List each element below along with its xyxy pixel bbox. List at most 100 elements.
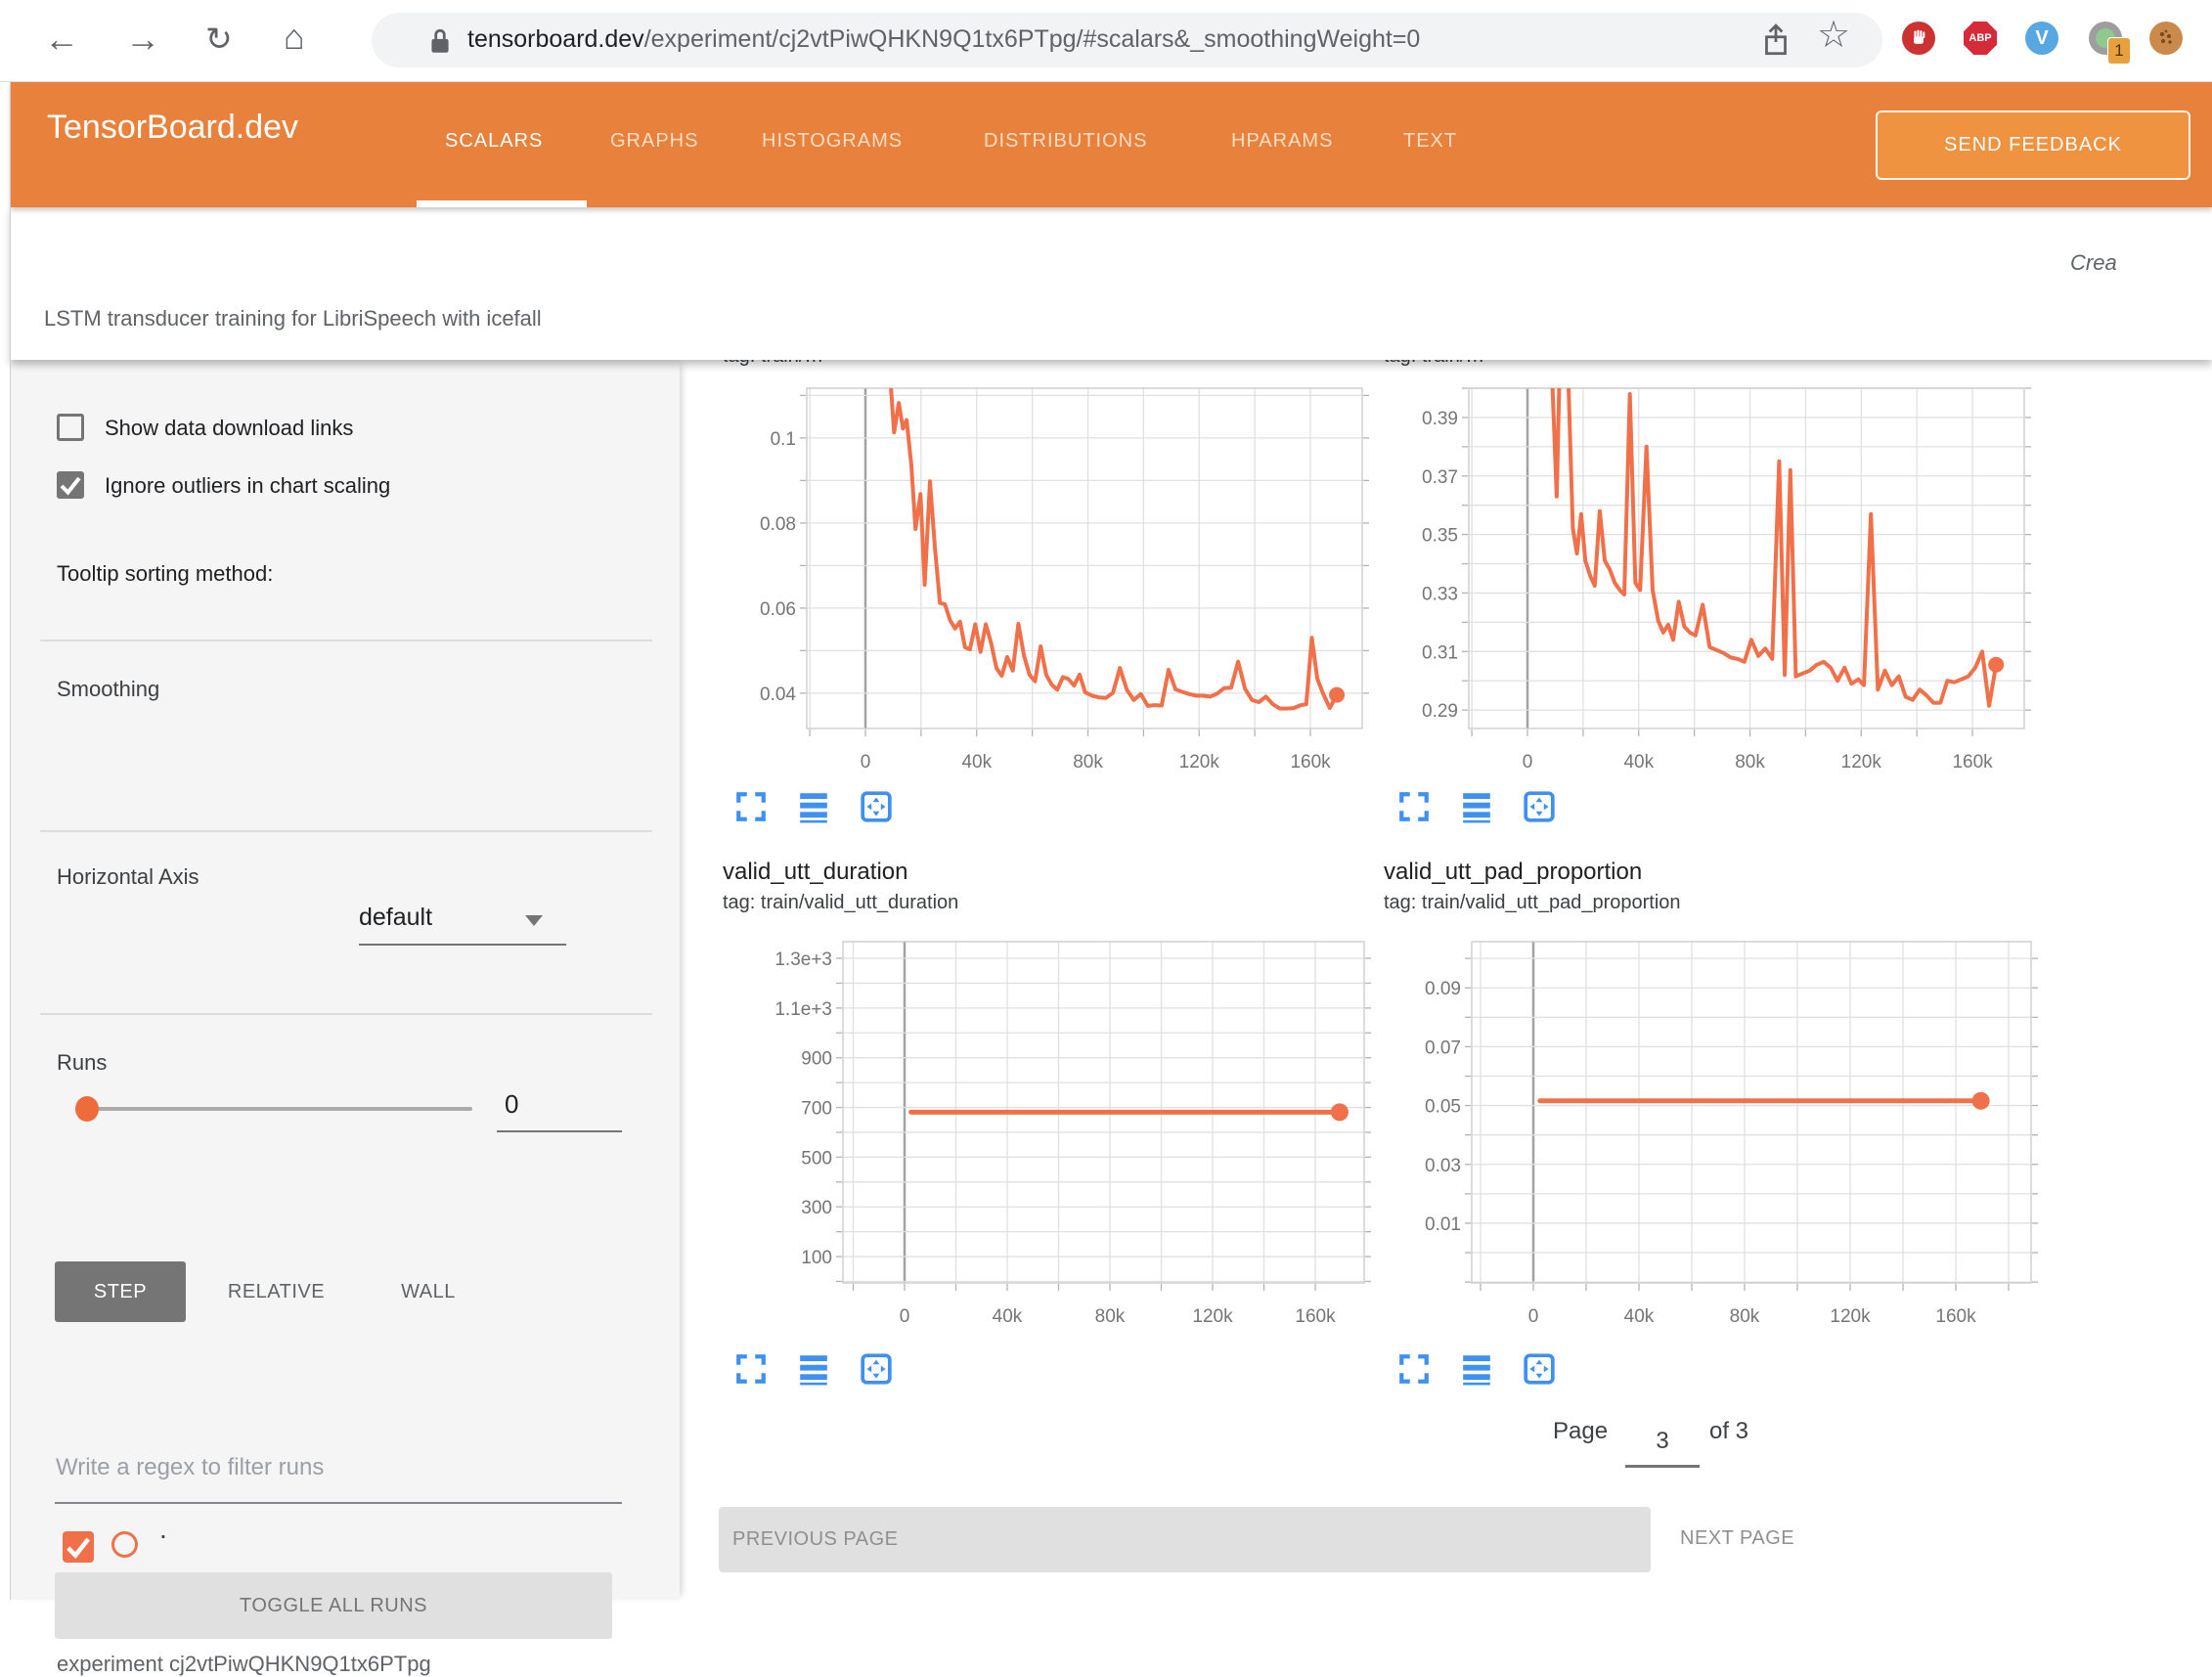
svg-text:40k: 40k bbox=[1623, 752, 1654, 772]
bookmark-star-icon[interactable]: ☆ bbox=[1817, 16, 1850, 55]
tab-text[interactable]: TEXT bbox=[1403, 130, 1457, 153]
ignore-outliers-checkbox[interactable] bbox=[57, 471, 84, 499]
toggle-all-runs-button[interactable]: TOGGLE ALL RUNS bbox=[55, 1572, 612, 1639]
svg-text:300: 300 bbox=[801, 1198, 832, 1218]
ignore-outliers-label: Ignore outliers in chart scaling bbox=[105, 473, 390, 499]
tensorboard-logo: TensorBoard.dev bbox=[47, 109, 298, 147]
chart-actions bbox=[733, 1352, 894, 1386]
divider bbox=[40, 1013, 652, 1015]
browser-chrome: ← → ↻ ⌂ tensorboard.dev/experiment/cj2vt… bbox=[0, 0, 2212, 82]
run-checkbox[interactable] bbox=[63, 1531, 94, 1563]
svg-text:0: 0 bbox=[1528, 1306, 1539, 1327]
data-lines-icon[interactable] bbox=[796, 790, 831, 823]
runs-filter-underline bbox=[55, 1502, 622, 1504]
experiment-description: LSTM transducer training for LibriSpeech… bbox=[44, 306, 542, 331]
home-icon[interactable]: ⌂ bbox=[284, 18, 305, 57]
svg-text:1.3e+3: 1.3e+3 bbox=[774, 949, 832, 970]
tensorboard-header: TensorBoard.dev SCALARS GRAPHS HISTOGRAM… bbox=[11, 81, 2212, 207]
smoothing-slider-handle[interactable] bbox=[75, 1096, 99, 1122]
svg-text:0: 0 bbox=[1523, 752, 1533, 772]
smoothing-slider-track[interactable] bbox=[86, 1107, 472, 1111]
next-page-button[interactable]: NEXT PAGE bbox=[1680, 1527, 1794, 1550]
fit-domain-icon[interactable] bbox=[1522, 790, 1557, 823]
axis-relative-button[interactable]: RELATIVE bbox=[200, 1261, 352, 1322]
forward-icon[interactable]: → bbox=[125, 20, 160, 59]
divider bbox=[40, 640, 652, 641]
tooltip-sorting-dropdown[interactable]: default bbox=[359, 904, 432, 932]
show-download-links-checkbox[interactable] bbox=[57, 414, 84, 441]
svg-text:80k: 80k bbox=[1095, 1306, 1126, 1327]
scalar-chart-valid-utt-duration[interactable]: 1.3e+31.1e+3900700500300100040k80k120k16… bbox=[719, 929, 1376, 1344]
tab-graphs[interactable]: GRAPHS bbox=[610, 130, 698, 153]
tab-hparams[interactable]: HPARAMS bbox=[1231, 130, 1333, 153]
fit-domain-icon[interactable] bbox=[1522, 1352, 1557, 1386]
scalar-chart-valid-utt-pad-proportion[interactable]: 0.090.070.050.030.01040k80k120k160k bbox=[1381, 929, 2038, 1344]
abp-label: ABP bbox=[1969, 32, 1991, 44]
chart-actions bbox=[733, 790, 894, 823]
axis-wall-button[interactable]: WALL bbox=[374, 1261, 483, 1322]
divider bbox=[40, 830, 652, 832]
created-text-fragment: Crea bbox=[2070, 250, 2117, 276]
send-feedback-button[interactable]: SEND FEEDBACK bbox=[1876, 110, 2190, 180]
svg-text:0.1: 0.1 bbox=[771, 429, 796, 450]
back-icon[interactable]: ← bbox=[44, 20, 79, 59]
run-name-label: . bbox=[159, 1514, 167, 1545]
expand-icon[interactable] bbox=[1396, 790, 1432, 823]
experiment-id-label: experiment cj2vtPiwQHKN9Q1tx6PTpg bbox=[57, 1652, 431, 1677]
svg-text:160k: 160k bbox=[1295, 1306, 1336, 1327]
runs-filter-input[interactable] bbox=[54, 1453, 625, 1482]
show-download-links-label: Show data download links bbox=[105, 416, 353, 441]
experiment-info-bar: Crea LSTM transducer training for LibriS… bbox=[11, 207, 2212, 360]
tab-histograms[interactable]: HISTOGRAMS bbox=[762, 130, 903, 153]
expand-icon[interactable] bbox=[733, 1352, 769, 1386]
v-extension-icon[interactable]: V bbox=[2025, 22, 2058, 55]
svg-text:100: 100 bbox=[801, 1248, 832, 1268]
chart-title: valid_utt_duration bbox=[723, 859, 907, 886]
horizontal-axis-label: Horizontal Axis bbox=[57, 864, 199, 890]
abp-icon[interactable]: ABP bbox=[1964, 22, 1997, 55]
tooltip-sorting-label: Tooltip sorting method: bbox=[57, 561, 273, 587]
svg-text:120k: 120k bbox=[1830, 1306, 1871, 1327]
page-number-input[interactable] bbox=[1625, 1420, 1700, 1468]
chart-title: valid_utt_pad_proportion bbox=[1384, 859, 1642, 886]
svg-text:0.05: 0.05 bbox=[1425, 1097, 1461, 1118]
fit-domain-icon[interactable] bbox=[859, 1352, 894, 1386]
svg-text:80k: 80k bbox=[1730, 1306, 1760, 1327]
chevron-down-icon[interactable] bbox=[525, 915, 543, 926]
svg-text:0.01: 0.01 bbox=[1425, 1214, 1461, 1235]
share-icon[interactable] bbox=[1760, 23, 1792, 59]
smoothing-value-underline bbox=[497, 1130, 622, 1132]
tab-scalars[interactable]: SCALARS bbox=[445, 130, 543, 153]
svg-text:0.03: 0.03 bbox=[1425, 1156, 1461, 1176]
smoothing-value[interactable]: 0 bbox=[497, 1089, 623, 1120]
svg-text:160k: 160k bbox=[1935, 1306, 1976, 1327]
data-lines-icon[interactable] bbox=[1459, 1352, 1494, 1386]
fit-domain-icon[interactable] bbox=[859, 790, 894, 823]
svg-text:500: 500 bbox=[801, 1148, 832, 1169]
scalar-chart-top-left[interactable]: 0.10.080.060.04040k80k120k160k bbox=[719, 372, 1376, 786]
svg-text:40k: 40k bbox=[1624, 1306, 1655, 1327]
url-text[interactable]: tensorboard.dev/experiment/cj2vtPiwQHKN9… bbox=[467, 25, 1420, 54]
run-color-circle[interactable] bbox=[111, 1531, 138, 1558]
settings-sidebar: Show data download links Ignore outliers… bbox=[11, 360, 680, 1600]
cookie-icon[interactable] bbox=[2149, 22, 2183, 55]
expand-icon[interactable] bbox=[1396, 1352, 1432, 1386]
dropdown-underline bbox=[359, 944, 566, 946]
scalar-chart-top-right[interactable]: 0.390.370.350.330.310.29040k80k120k160k bbox=[1381, 372, 2038, 786]
reload-icon[interactable]: ↻ bbox=[205, 20, 233, 59]
smoothing-label: Smoothing bbox=[57, 677, 159, 702]
chart-tag: tag: train/valid_utt_pad_proportion bbox=[1384, 892, 1681, 914]
axis-step-button[interactable]: STEP bbox=[55, 1261, 186, 1322]
data-lines-icon[interactable] bbox=[796, 1352, 831, 1386]
v-label: V bbox=[2035, 27, 2048, 50]
previous-page-button[interactable]: PREVIOUS PAGE bbox=[719, 1507, 1651, 1572]
adblock-hand-icon[interactable] bbox=[1902, 22, 1935, 55]
chart-actions bbox=[1396, 790, 1557, 823]
svg-text:0.29: 0.29 bbox=[1422, 701, 1458, 722]
svg-text:0.04: 0.04 bbox=[760, 684, 796, 705]
tab-distributions[interactable]: DISTRIBUTIONS bbox=[984, 130, 1147, 153]
expand-icon[interactable] bbox=[733, 790, 769, 823]
svg-text:80k: 80k bbox=[1735, 752, 1765, 772]
svg-text:80k: 80k bbox=[1073, 752, 1103, 772]
data-lines-icon[interactable] bbox=[1459, 790, 1494, 823]
